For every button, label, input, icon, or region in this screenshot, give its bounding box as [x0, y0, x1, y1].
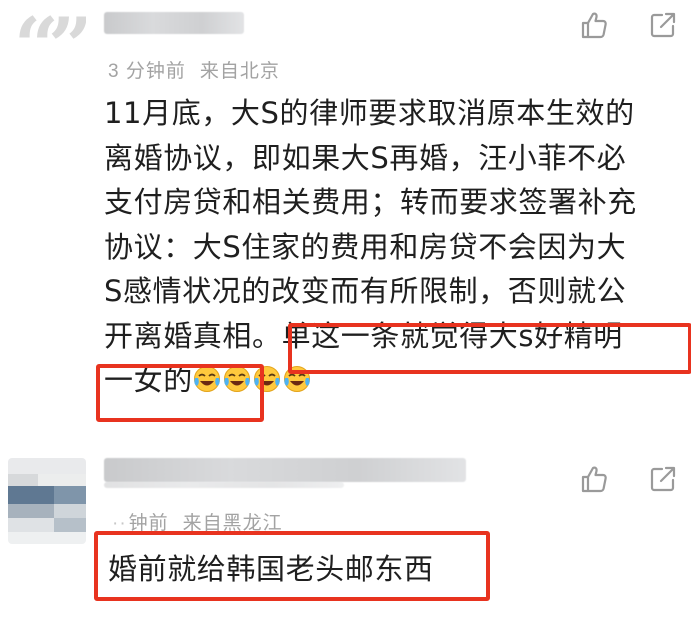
share-icon — [650, 12, 676, 38]
share-button[interactable] — [648, 464, 678, 494]
comment-time: 3 分钟前 — [108, 61, 186, 82]
thumbs-up-icon — [581, 466, 607, 493]
comment-card: “ ” 3 分钟前来自北京 11月底，大S的律师要求取消原本生效的 离婚协议，即… — [0, 0, 691, 440]
comment-line: 支付房贷和相关费用；转而要求签署补充 — [104, 185, 637, 219]
highlight-box — [96, 364, 264, 422]
comment-line: 离婚协议，即如果大S再婚，汪小菲不必 — [104, 140, 627, 175]
share-button[interactable] — [648, 10, 678, 40]
share-icon — [650, 466, 676, 492]
comment-location: 来自北京 — [199, 61, 280, 82]
username-redacted[interactable] — [104, 458, 466, 482]
comment-line: 协议：大S住家的费用和房贷不会因为大 — [104, 229, 627, 264]
like-button[interactable] — [579, 464, 609, 494]
avatar[interactable] — [8, 458, 86, 544]
comment-meta: 3 分钟前 来自北京 — [108, 56, 294, 83]
highlight-box — [94, 531, 490, 601]
username-redacted — [104, 482, 344, 488]
comment-line: 11月底，大S的律师要求取消原本生效的 — [104, 96, 635, 130]
comment-card: ·· 钟前 来自黑龙江 婚前就给韩国老头邮东西 — [0, 448, 691, 640]
comment-line: S感情状况的改变而有所限制，否则就公 — [104, 274, 627, 308]
thumbs-up-icon — [581, 12, 607, 39]
highlight-box — [288, 323, 691, 374]
like-button[interactable] — [579, 10, 609, 40]
username-redacted[interactable] — [104, 12, 244, 34]
avatar[interactable]: “ ” — [14, 8, 86, 68]
